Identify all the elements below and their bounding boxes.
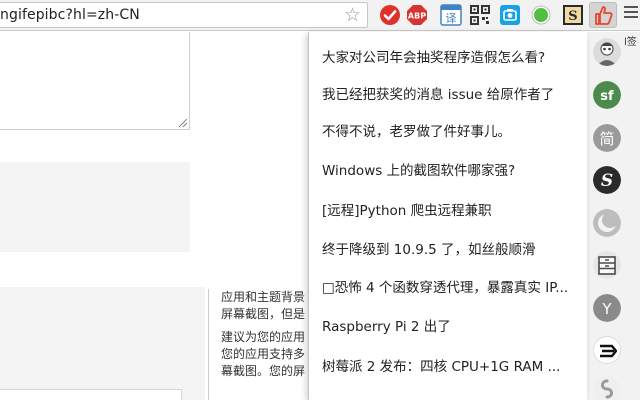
adblock-plus-label: ABP [408,12,426,21]
y-label: Y [601,300,612,318]
s-logo-icon[interactable]: S [593,166,621,194]
y-icon[interactable]: Y [593,294,621,322]
help-line: 应用和主题背景 [221,290,306,304]
green-circle-icon[interactable] [530,4,552,26]
topic-item[interactable]: 不得不说，老罗做了件好事儿。 [322,119,580,145]
translate-icon[interactable]: 译 [440,4,462,26]
translate-label: 译 [446,12,457,25]
user-avatar-icon[interactable] [593,38,621,66]
topic-item[interactable]: 我已经把获奖的消息 issue 给原作者了 [322,82,580,108]
help-paragraph-1: 应用和主题背景 屏幕截图，但是 [221,289,311,323]
lower-input-field[interactable] [0,389,182,400]
topic-item[interactable]: 树莓派 2 发布：四核 CPU+1G RAM ... [322,354,580,380]
address-url[interactable]: ngifepibc?hl=zh-CN [0,7,140,23]
topic-item[interactable]: Windows 上的截图软件哪家强? [322,158,580,184]
upload-panel [0,287,205,400]
chrome-menu-icon[interactable] [624,6,638,22]
s-box-label: S [568,9,577,24]
s-box-icon[interactable]: S [562,4,584,26]
topic-item[interactable]: 终于降级到 10.9.5 了，如丝般顺滑 [322,237,580,263]
help-paragraph-2: 建议为您的应用 您的应用支持多 幕截图。您的屏 [221,329,311,380]
topic-item[interactable]: [远程]Python 爬虫远程兼职 [322,198,580,224]
description-textarea[interactable] [0,32,190,130]
resize-grip-icon[interactable] [179,119,187,127]
topic-item[interactable]: 大家对公司年会抽奖程序造假怎么看? [322,45,580,71]
thumbs-up-icon[interactable] [589,2,617,28]
help-text: 应用和主题背景 屏幕截图，但是 建议为您的应用 您的应用支持多 幕截图。您的屏 [221,289,311,386]
browser-toolbar: ngifepibc?hl=zh-CN ☆ ABP 译 S [0,0,640,31]
strip-tail-text: l签 [624,37,637,48]
topic-item[interactable]: □恐怖 4 个函数穿透代理，暴露真实 IP... [322,275,580,301]
swirl-icon[interactable] [593,376,621,400]
jianshu-icon[interactable]: 简 [593,124,621,152]
divider [208,289,209,400]
help-line: 屏幕截图，但是 [221,307,306,321]
feed-popup: 大家对公司年会抽奖程序造假怎么看? 我已经把获奖的消息 issue 给原作者了 … [308,32,587,400]
help-line: 建议为您的应用 [221,330,306,344]
topic-item[interactable]: Raspberry Pi 2 出了 [322,314,580,340]
segmentfault-icon[interactable]: sf [593,81,621,109]
moon-icon[interactable] [593,209,621,237]
checkmark-icon[interactable] [379,4,401,26]
jianshu-label: 简 [599,130,614,148]
cabinet-icon[interactable] [593,251,621,279]
content-panel [0,162,190,252]
avatar-column: sf 简 S Y [587,32,625,400]
address-bar[interactable]: ngifepibc?hl=zh-CN ☆ [0,2,368,28]
bookmark-star-icon[interactable]: ☆ [344,4,361,26]
segmentfault-label: sf [600,89,614,104]
arrow-icon[interactable] [593,336,621,364]
screenshot-icon[interactable] [499,4,521,26]
s-logo-label: S [601,171,613,191]
help-line: 幕截图。您的屏 [221,364,306,378]
help-line: 您的应用支持多 [221,347,306,361]
qr-code-icon[interactable] [469,4,491,26]
adblock-plus-icon[interactable]: ABP [406,4,428,26]
